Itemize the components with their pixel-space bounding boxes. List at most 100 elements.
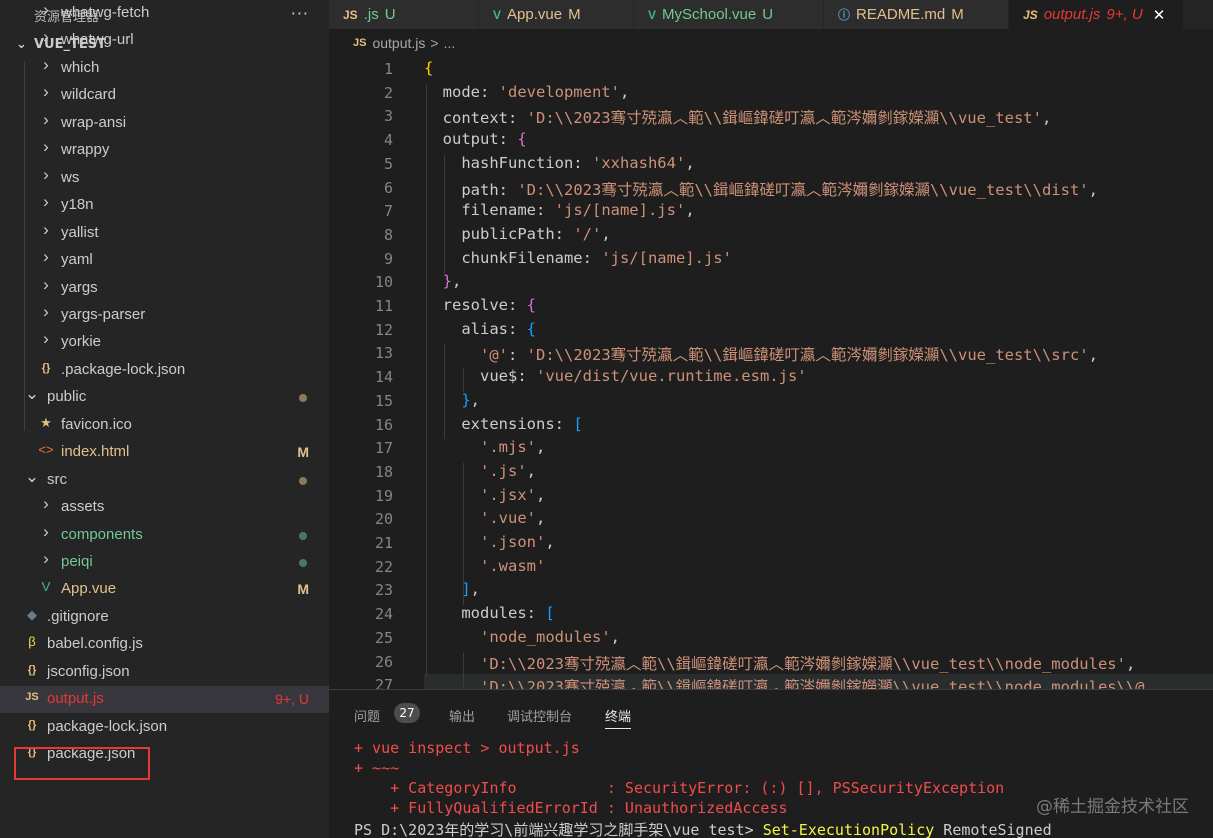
tree-item[interactable]: › yorkie <box>0 329 329 356</box>
tree-item-label: yaml <box>61 251 93 269</box>
tree-item-label: package-lock.json <box>47 717 168 735</box>
editor-tab[interactable]: ⓘ README.md M <box>824 0 1009 29</box>
vue-icon: V <box>648 7 657 22</box>
code-line[interactable]: vue$: 'vue/dist/vue.runtime.esm.js' <box>424 367 807 385</box>
code-line[interactable]: 'D:\\2023骞寸殑瀛︿範\\鍓嶇鍏磋叮瀛︿範涔嬭剼鎵嬫灦\\vue_tes… <box>424 675 1145 689</box>
line-number: 7 <box>383 202 393 221</box>
tree-item[interactable]: {} .package-lock.json <box>0 357 329 384</box>
code-line[interactable]: ], <box>424 580 480 598</box>
tree-item-label: favicon.ico <box>61 415 132 433</box>
chevron-right-icon: › <box>43 27 49 47</box>
code-line[interactable]: '.vue', <box>424 509 545 527</box>
code-line[interactable]: hashFunction: 'xxhash64', <box>424 154 694 172</box>
close-icon[interactable]: ✕ <box>1153 6 1166 24</box>
tree-item[interactable]: ⌄ src <box>0 467 329 494</box>
tree-item[interactable]: JS output.js 9+, U <box>0 686 329 714</box>
breadcrumb-file[interactable]: output.js <box>372 35 425 51</box>
chevron-right-icon: › <box>43 137 49 157</box>
code-line[interactable]: mode: 'development', <box>424 83 630 101</box>
tab-git-status: M <box>568 6 581 23</box>
code-line[interactable]: '.wasm' <box>424 557 545 575</box>
code-line[interactable]: output: { <box>424 130 527 148</box>
untracked-dot <box>299 559 307 567</box>
line-number: 20 <box>374 510 393 529</box>
tree-item[interactable]: ★ favicon.ico <box>0 412 329 439</box>
code-line[interactable]: modules: [ <box>424 604 554 622</box>
tree-item[interactable]: › wrap-ansi <box>0 110 329 137</box>
tree-item[interactable]: › yallist <box>0 220 329 247</box>
code-line[interactable]: '.js', <box>424 462 536 480</box>
line-number: 3 <box>383 107 393 126</box>
tree-item[interactable]: <> index.html M <box>0 439 329 466</box>
code-line[interactable]: '.json', <box>424 533 555 551</box>
code-line[interactable]: context: 'D:\\2023骞寸殑瀛︿範\\鍓嶇鍏磋叮瀛︿範涔嬭剼鎵嬫灦… <box>424 106 1052 128</box>
json-braces-icon: {} <box>27 718 37 731</box>
line-number: 9 <box>383 249 393 268</box>
tree-item[interactable]: › wrappy <box>0 137 329 164</box>
editor-tab[interactable]: JS output.js 9+, U ✕ <box>1009 0 1184 29</box>
js-file-icon: JS <box>353 37 367 49</box>
js-file-icon: JS <box>343 7 358 22</box>
tree-item[interactable]: {} jsconfig.json <box>0 659 329 686</box>
code-line[interactable]: extensions: [ <box>424 415 582 433</box>
line-number: 26 <box>374 652 393 671</box>
tree-item[interactable]: › ws <box>0 165 329 192</box>
line-number: 6 <box>383 178 393 197</box>
tree-item[interactable]: › y18n <box>0 192 329 219</box>
tree-item[interactable]: › peiqi <box>0 549 329 576</box>
code-line[interactable]: resolve: { <box>424 296 536 314</box>
code-editor[interactable]: 1 {2 mode: 'development', 3 context: 'D:\\… <box>329 57 1213 689</box>
tree-item[interactable]: › which <box>0 55 329 82</box>
code-line[interactable]: path: 'D:\\2023骞寸殑瀛︿範\\鍓嶇鍏磋叮瀛︿範涔嬭剼鎵嬫灦\\v… <box>424 178 1098 200</box>
tree-item[interactable]: › yaml <box>0 247 329 274</box>
watermark: @稀土掘金技术社区 <box>1036 797 1189 817</box>
tree-item-label: .gitignore <box>47 607 109 625</box>
code-line[interactable]: chunkFilename: 'js/[name].js' <box>424 249 732 267</box>
code-line[interactable]: '@': 'D:\\2023骞寸殑瀛︿範\\鍓嶇鍏磋叮瀛︿範涔嬭剼鎵嬫灦\\vu… <box>424 343 1098 365</box>
tree-item[interactable]: › wildcard <box>0 82 329 109</box>
code-line[interactable]: filename: 'js/[name].js', <box>424 201 694 219</box>
tab-problems[interactable]: 问题 <box>354 706 380 725</box>
chevron-right-icon: › <box>43 329 49 349</box>
tree-item[interactable]: › whatwg-url <box>0 27 329 54</box>
chevron-right-icon: › <box>43 0 49 19</box>
tab-terminal[interactable]: 终端 <box>605 706 632 729</box>
editor-tab[interactable]: V MySchool.vue U <box>634 0 824 29</box>
highlight-box <box>14 747 150 780</box>
editor-tab[interactable]: JS .js U <box>329 0 479 29</box>
tab-output[interactable]: 输出 <box>449 706 475 725</box>
chevron-right-icon: › <box>43 219 49 239</box>
code-line[interactable]: 'node_modules', <box>424 628 620 646</box>
code-line[interactable]: publicPath: '/', <box>424 225 610 243</box>
tree-item[interactable]: › whatwg-fetch <box>0 0 329 27</box>
line-number: 11 <box>374 297 393 315</box>
tab-git-status: U <box>762 6 774 23</box>
editor-tab[interactable]: V App.vue M <box>479 0 634 29</box>
breadcrumb-separator: > <box>430 35 439 51</box>
tree-item[interactable]: › assets <box>0 494 329 521</box>
git-status-badge: M <box>297 581 309 598</box>
tab-git-status: 9+, U <box>1106 6 1143 23</box>
tree-item[interactable]: ◆ .gitignore <box>0 604 329 631</box>
tree-item[interactable]: {} package-lock.json <box>0 714 329 741</box>
tab-debug-console[interactable]: 调试控制台 <box>507 706 572 725</box>
tree-item[interactable]: ⌄ public <box>0 384 329 411</box>
code-line[interactable]: { <box>424 59 433 77</box>
code-line[interactable]: 'D:\\2023骞寸殑瀛︿範\\鍓嶇鍏磋叮瀛︿範涔嬭剼鎵嬫灦\\vue_tes… <box>424 652 1135 674</box>
chevron-right-icon: › <box>43 164 49 184</box>
code-line[interactable]: alias: { <box>424 320 536 338</box>
tree-item[interactable]: β babel.config.js <box>0 631 329 658</box>
code-line[interactable]: }, <box>424 391 480 409</box>
breadcrumb-symbol[interactable]: ... <box>444 35 456 51</box>
tree-item-label: wrap-ansi <box>61 113 127 131</box>
code-line[interactable]: }, <box>424 272 462 290</box>
chevron-right-icon: › <box>43 54 49 74</box>
tree-item[interactable]: › yargs <box>0 275 329 302</box>
terminal-prompt-line[interactable]: PS D:\2023年的学习\前端兴趣学习之脚手架\vue_test> Set-… <box>354 819 1052 838</box>
code-line[interactable]: '.mjs', <box>424 438 545 456</box>
tab-label: App.vue <box>507 6 563 23</box>
tree-item[interactable]: › yargs-parser <box>0 302 329 329</box>
code-line[interactable]: '.jsx', <box>424 486 545 504</box>
tree-item[interactable]: V App.vue M <box>0 576 329 603</box>
tree-item[interactable]: › components <box>0 522 329 549</box>
